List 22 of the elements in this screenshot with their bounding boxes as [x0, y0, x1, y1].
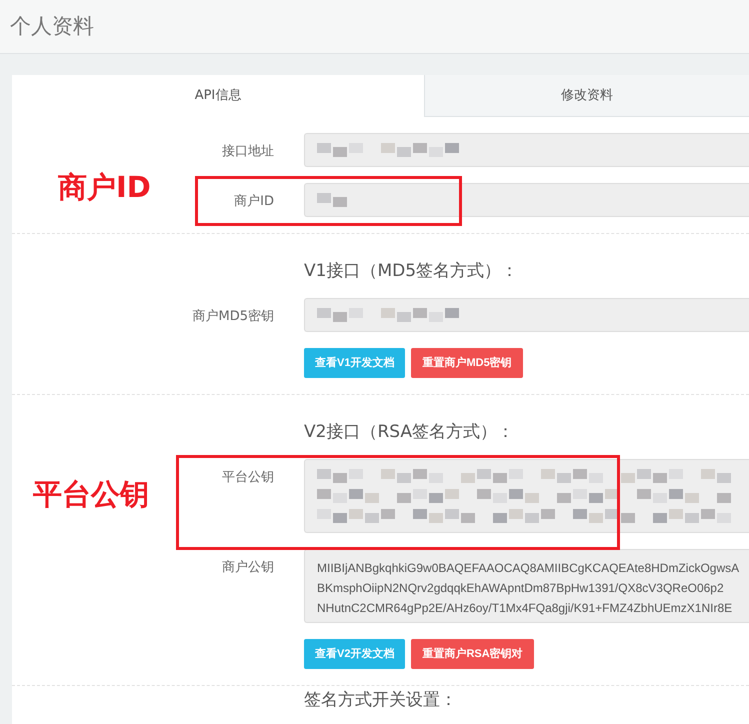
tab[interactable]: 修改资料: [424, 75, 749, 117]
field-label: 商户MD5密钥: [192, 308, 274, 326]
annotation-label: 平台公钥: [33, 480, 149, 509]
readonly-field[interactable]: [304, 298, 749, 332]
reset-button[interactable]: 重置商户RSA密钥对: [411, 639, 534, 669]
annotation-label: 商户ID: [58, 173, 151, 202]
blurred-text-drawing: [317, 193, 349, 207]
page-title: 个人资料: [10, 12, 94, 40]
readonly-field[interactable]: [304, 133, 749, 167]
readonly-textarea[interactable]: MIIBIjANBgkqhkiG9w0BAQEFAAOCAQ8AMIIBCgKCAQEAte8HDmZickOgwsA BKmsphOiipN2NQrv2gdqqkEhAWApntDm87BpHw1391/QX8cV3QReO06p2 NHutnC2CMR64gPp2E/AHz6oy/T1Mx4FQa8gji/K91+FMZ4ZbhUEmzX1NIr8E: [304, 549, 749, 623]
field-label: 平台公钥: [222, 469, 274, 487]
field-label: 接口地址: [222, 143, 274, 161]
section-heading: V1接口（MD5签名方式）：: [304, 260, 520, 282]
field-label: 商户公钥: [222, 559, 274, 577]
reset-button[interactable]: 重置商户MD5密钥: [411, 348, 523, 378]
section-heading: V2接口（RSA签名方式）：: [304, 421, 515, 443]
readonly-textarea[interactable]: [304, 459, 749, 533]
readonly-field[interactable]: [304, 183, 749, 217]
docs-button[interactable]: 查看V1开发文档: [304, 348, 406, 378]
field-label: 商户ID: [234, 193, 274, 211]
section-heading: 签名方式开关设置：: [304, 689, 458, 711]
docs-button[interactable]: 查看V2开发文档: [304, 639, 406, 669]
